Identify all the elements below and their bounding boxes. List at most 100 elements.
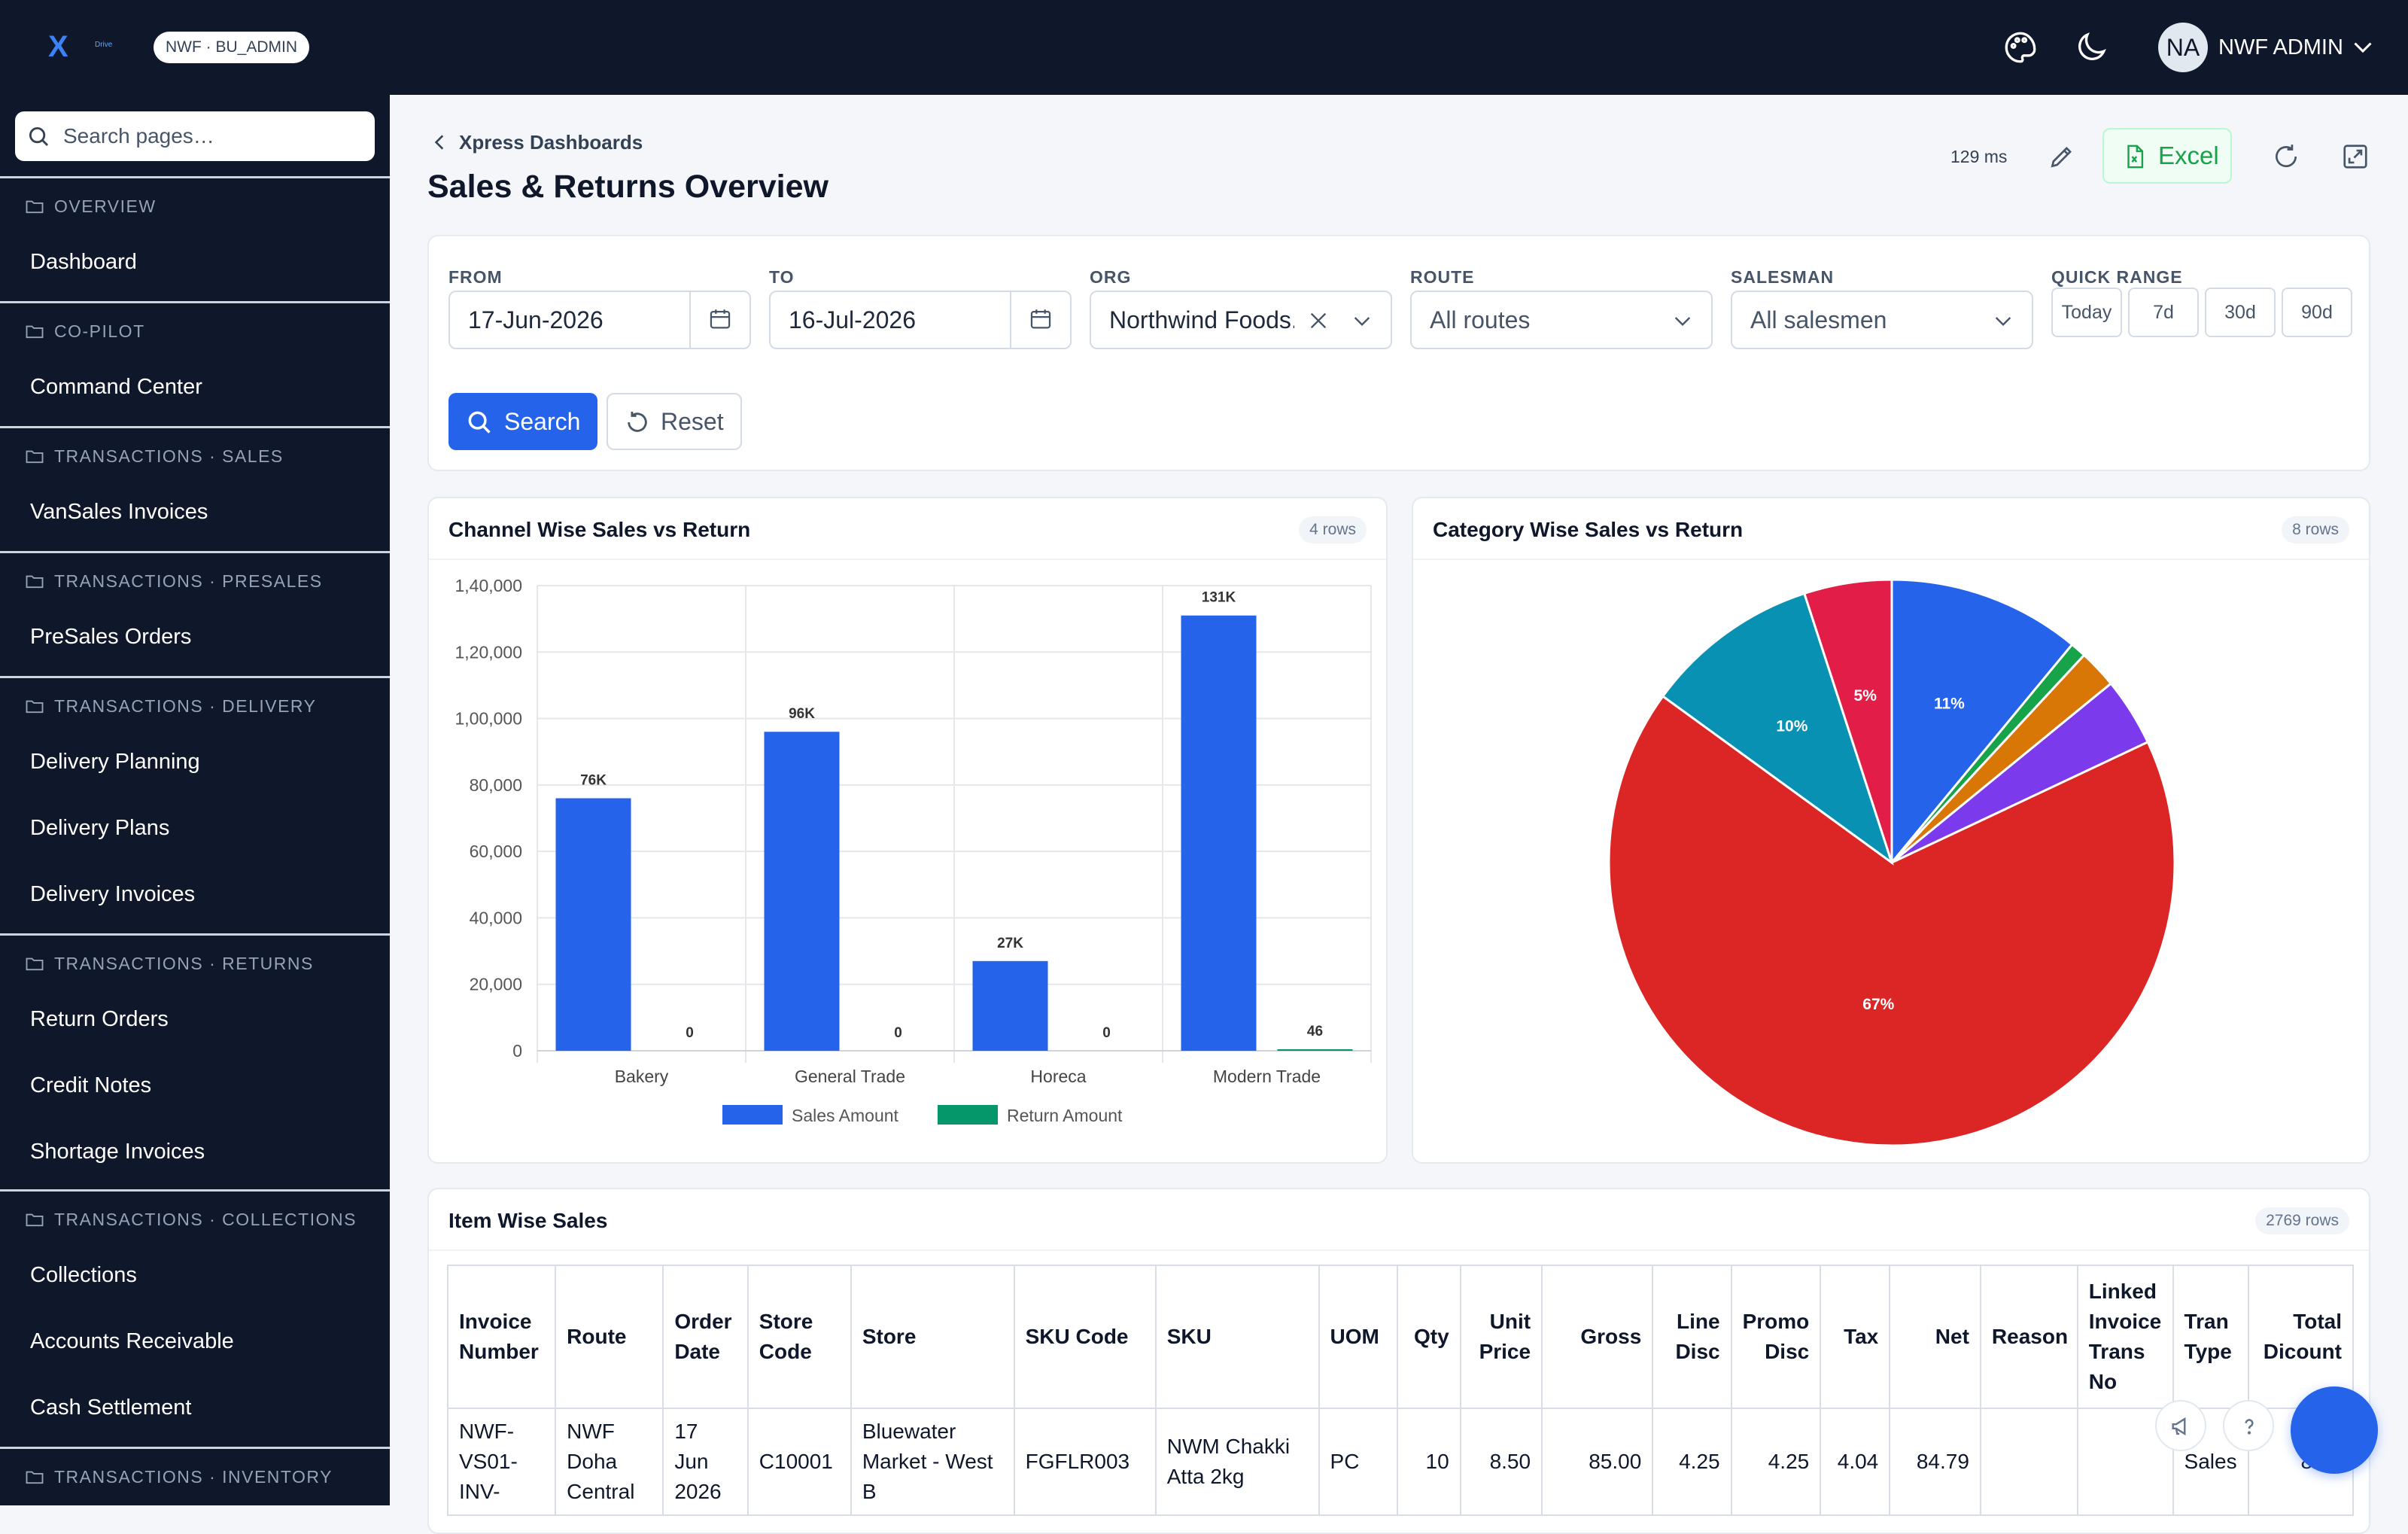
table-cell: NWF-VS01-INV- xyxy=(446,1408,557,1516)
category-chart-card: Category Wise Sales vs Return 8 rows 11%… xyxy=(1412,497,2370,1164)
nav-vansales-invoices[interactable]: VanSales Invoices xyxy=(30,495,208,528)
bar-sales-amount xyxy=(764,732,840,1051)
clear-icon[interactable] xyxy=(1306,309,1330,333)
excel-export-button[interactable]: Excel xyxy=(2102,128,2232,184)
nav-cash-settlement[interactable]: Cash Settlement xyxy=(30,1391,191,1424)
to-date-field[interactable]: 16-Jul-2026 xyxy=(769,291,1072,349)
column-header[interactable]: SKU xyxy=(1154,1265,1320,1409)
table-cell: 8.50 xyxy=(1459,1408,1543,1516)
nav-presales-orders[interactable]: PreSales Orders xyxy=(30,620,191,653)
quick-range-30d[interactable]: 30d xyxy=(2205,288,2276,337)
brand-logo[interactable]: X Drive xyxy=(44,30,134,63)
to-date-value: 16-Jul-2026 xyxy=(789,306,916,333)
fullscreen-button[interactable] xyxy=(2325,128,2385,184)
folder-icon xyxy=(26,575,44,589)
user-name[interactable]: NWF ADMIN xyxy=(2218,30,2343,65)
route-select[interactable]: All routes xyxy=(1410,291,1713,349)
x-tick-label: Horeca xyxy=(1030,1067,1086,1086)
column-header[interactable]: SKU Code xyxy=(1013,1265,1157,1409)
quick-range-90d[interactable]: 90d xyxy=(2282,288,2352,337)
expand-icon xyxy=(2343,145,2367,169)
quick-range-today[interactable]: Today xyxy=(2051,288,2122,337)
section-divider xyxy=(0,426,390,428)
nav-shortage-invoices[interactable]: Shortage Invoices xyxy=(30,1135,205,1168)
chevron-down-icon[interactable] xyxy=(2349,33,2376,60)
salesman-select[interactable]: All salesmen xyxy=(1731,291,2033,349)
nav-delivery-plans[interactable]: Delivery Plans xyxy=(30,811,169,845)
column-header[interactable]: Net xyxy=(1889,1265,1981,1409)
column-header[interactable]: Promo Disc xyxy=(1730,1265,1822,1409)
refresh-button[interactable] xyxy=(2256,128,2316,184)
nav-delivery-invoices[interactable]: Delivery Invoices xyxy=(30,878,195,911)
palette-icon[interactable] xyxy=(2002,29,2039,66)
avatar[interactable]: NA xyxy=(2158,23,2208,72)
column-header[interactable]: Reason xyxy=(1979,1265,2078,1409)
column-header[interactable]: Order Date xyxy=(662,1265,749,1409)
nav-credit-notes[interactable]: Credit Notes xyxy=(30,1069,151,1102)
nav-dashboard[interactable]: Dashboard xyxy=(30,245,137,278)
dark-mode-icon[interactable] xyxy=(2072,29,2110,66)
pencil-icon xyxy=(2051,147,2072,168)
column-header[interactable]: Store xyxy=(850,1265,1015,1409)
column-header[interactable]: Unit Price xyxy=(1459,1265,1543,1409)
column-header[interactable]: Tax xyxy=(1820,1265,1891,1409)
item-wise-sales-card: Item Wise Sales 2769 rows Invoice Number… xyxy=(427,1188,2370,1534)
help-button[interactable] xyxy=(2223,1400,2274,1451)
top-bar: X Drive NWF · BU_ADMIN NA NWF ADMIN xyxy=(0,0,2408,95)
announcement-button[interactable] xyxy=(2155,1400,2206,1451)
from-date-value: 17-Jun-2026 xyxy=(468,306,604,333)
org-select[interactable]: Northwind Foods... xyxy=(1090,291,1392,349)
calendar-button[interactable] xyxy=(1010,292,1070,348)
question-icon xyxy=(2245,1419,2254,1435)
y-tick-label: 40,000 xyxy=(470,908,522,927)
bar-value-label: 76K xyxy=(580,773,607,789)
section-sales: TRANSACTIONS · SALES xyxy=(24,441,284,471)
table-cell: 10 xyxy=(1396,1408,1461,1516)
nav-delivery-planning[interactable]: Delivery Planning xyxy=(30,745,200,778)
from-date-field[interactable]: 17-Jun-2026 xyxy=(448,291,751,349)
search-button[interactable]: Search xyxy=(448,393,597,450)
column-header[interactable]: Qty xyxy=(1396,1265,1461,1409)
column-header[interactable]: Gross xyxy=(1541,1265,1654,1409)
folder-icon xyxy=(26,200,44,214)
column-header[interactable]: Route xyxy=(555,1265,664,1409)
nav-return-orders[interactable]: Return Orders xyxy=(30,1003,169,1036)
bar-value-label: 131K xyxy=(1202,590,1236,606)
column-header[interactable]: Store Code xyxy=(746,1265,852,1409)
legend-label: Sales Amount xyxy=(792,1106,899,1125)
quick-range-7d[interactable]: 7d xyxy=(2128,288,2199,337)
card-divider xyxy=(1413,559,2369,560)
column-header[interactable]: Line Disc xyxy=(1652,1265,1732,1409)
nav-command-center[interactable]: Command Center xyxy=(30,370,202,403)
y-tick-label: 20,000 xyxy=(470,975,522,994)
nav-collections[interactable]: Collections xyxy=(30,1259,137,1292)
sidebar: OVERVIEW Dashboard CO-PILOT Command Cent… xyxy=(0,95,390,1505)
chevron-down-icon xyxy=(1995,317,2011,327)
column-header[interactable]: Invoice Number xyxy=(446,1265,557,1409)
column-header[interactable]: Linked Invoice Trans No xyxy=(2076,1265,2174,1409)
table-row[interactable]: NWF-VS01-INV- NWF Doha Central 17 Jun 2026… xyxy=(446,1408,2355,1516)
table-cell: 4.25 xyxy=(1652,1408,1732,1516)
page-title: Sales & Returns Overview xyxy=(427,169,829,205)
section-divider xyxy=(0,301,390,303)
table-cell: FGFLR003 xyxy=(1013,1408,1157,1516)
filter-panel: FROM 17-Jun-2026 TO 16-Jul-2026 ORG Nort… xyxy=(427,235,2370,471)
edit-button[interactable] xyxy=(2032,128,2092,184)
sidebar-search-input[interactable] xyxy=(63,119,364,154)
x-tick-label: Bakery xyxy=(615,1067,669,1086)
back-link[interactable]: Xpress Dashboards xyxy=(430,125,643,160)
reset-button[interactable]: Reset xyxy=(607,393,742,450)
legend-label: Return Amount xyxy=(1007,1106,1123,1125)
calendar-button[interactable] xyxy=(689,292,749,348)
x-tick-label: Modern Trade xyxy=(1213,1067,1321,1086)
assistant-fab[interactable] xyxy=(2291,1386,2378,1474)
nav-accounts-receivable[interactable]: Accounts Receivable xyxy=(30,1325,234,1358)
folder-icon xyxy=(26,1213,44,1227)
category-chart-row-count: 8 rows xyxy=(2282,516,2349,543)
bar-value-label: 27K xyxy=(997,936,1023,951)
column-header[interactable]: Tran Type xyxy=(2172,1265,2249,1409)
sidebar-search[interactable] xyxy=(15,111,375,161)
column-header[interactable]: UOM xyxy=(1318,1265,1398,1409)
org-label: ORG xyxy=(1090,267,1132,287)
route-value: All routes xyxy=(1430,306,1531,333)
